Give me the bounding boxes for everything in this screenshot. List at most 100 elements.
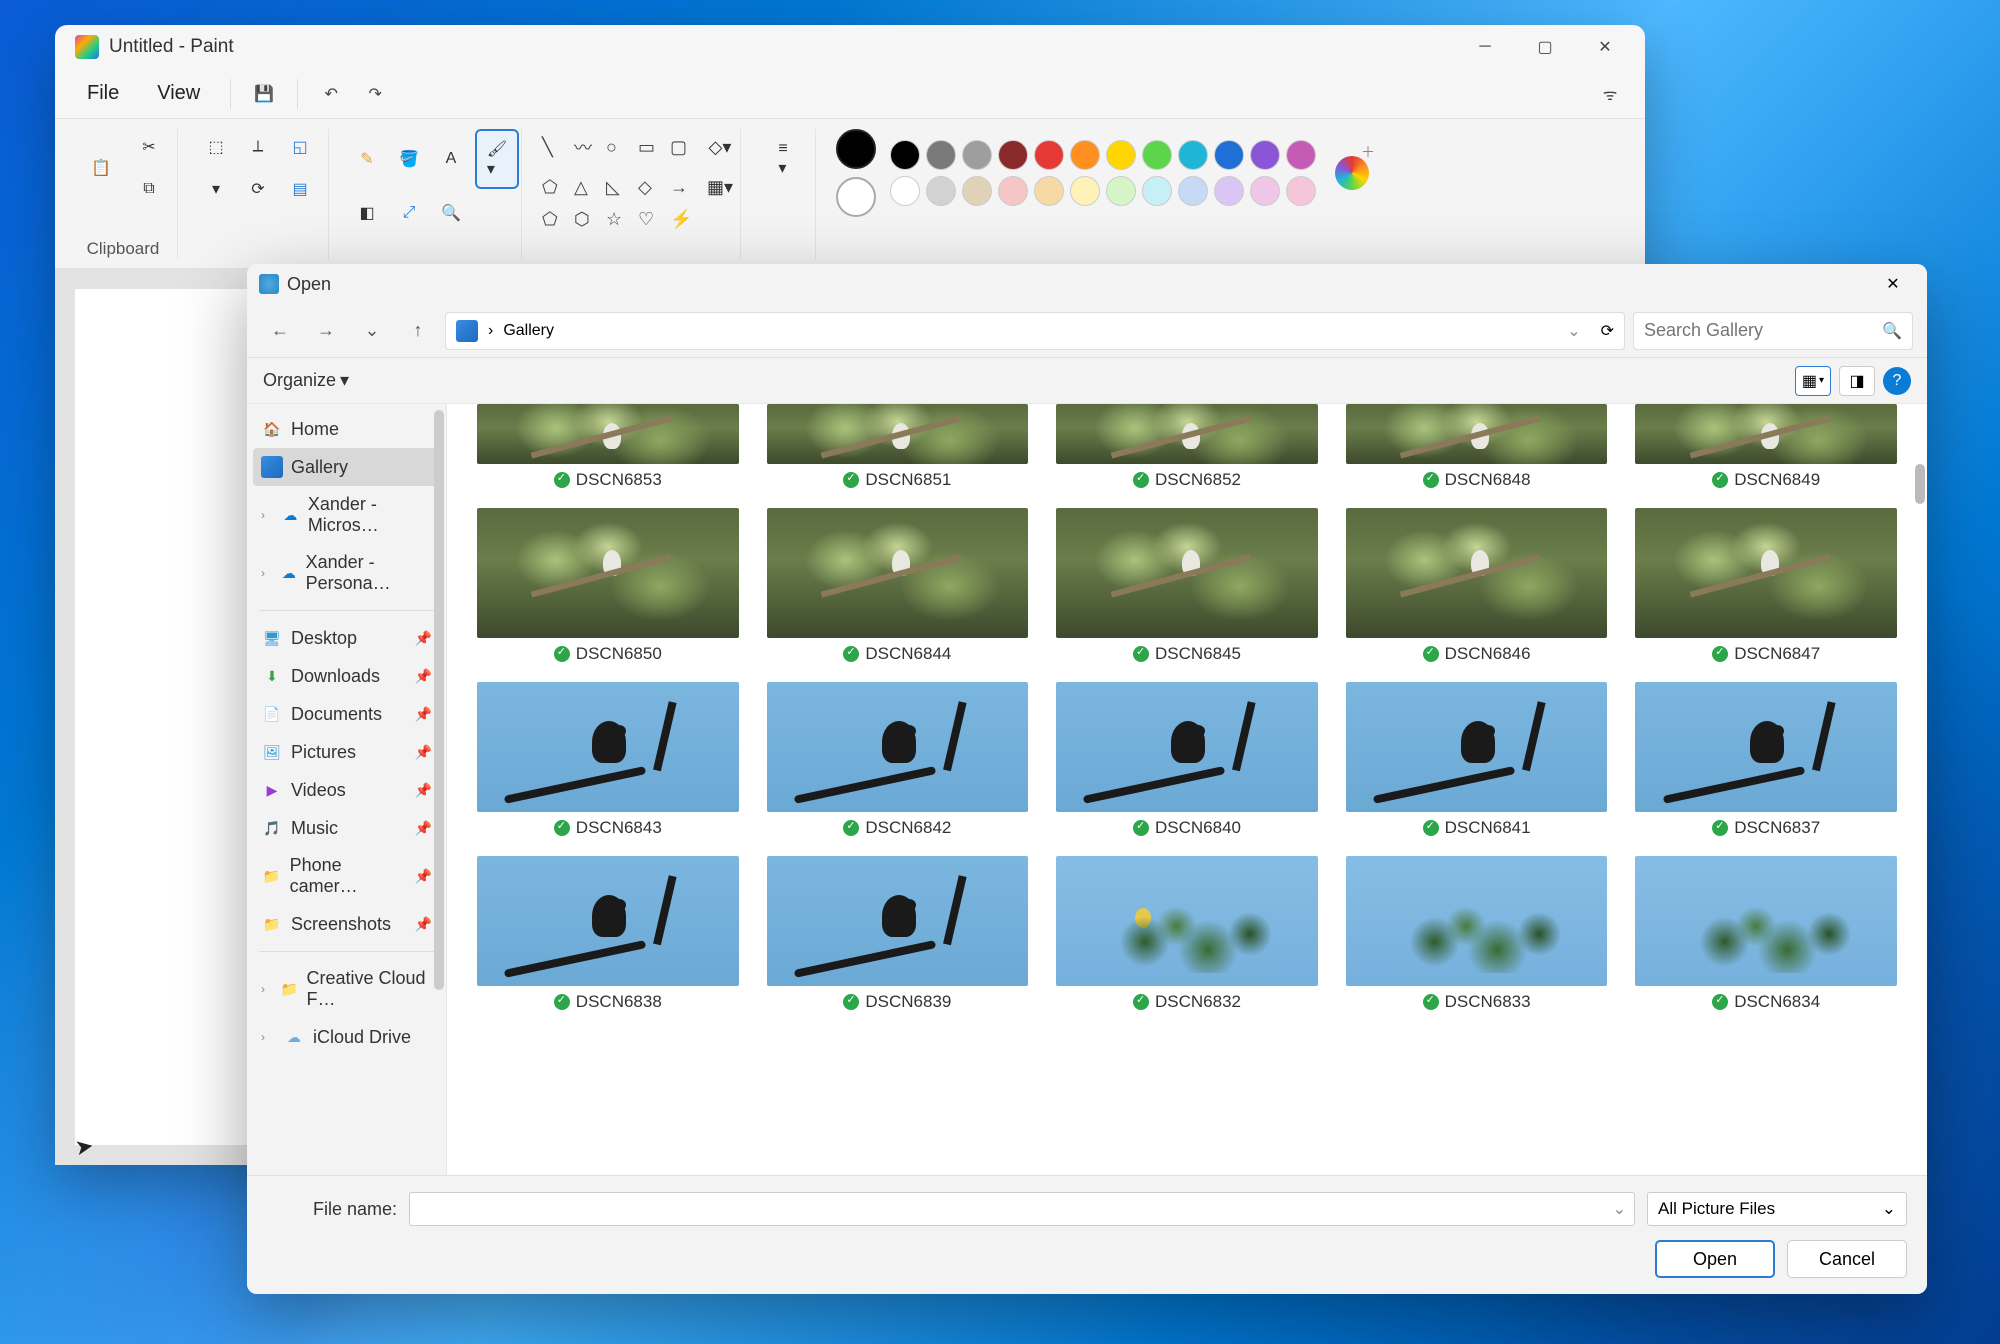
- color-swatch[interactable]: [1142, 176, 1172, 206]
- shape-hex-icon[interactable]: ⬡: [574, 209, 602, 230]
- color-swatch[interactable]: [890, 140, 920, 170]
- brush-button[interactable]: 🖌▾: [475, 129, 519, 189]
- minimize-button[interactable]: ─: [1455, 27, 1515, 67]
- shape-diamond-icon[interactable]: ◇: [638, 177, 666, 198]
- edit-colors-button[interactable]: ＋: [1330, 143, 1374, 203]
- file-thumbnail[interactable]: DSCN6840: [1056, 682, 1318, 838]
- flip-icon[interactable]: ▤: [282, 171, 318, 207]
- file-thumbnail[interactable]: DSCN6833: [1346, 856, 1608, 1012]
- crop-icon[interactable]: ⟂: [240, 129, 276, 165]
- stroke-width-button[interactable]: ≡▾: [761, 129, 805, 189]
- nav-recent-button[interactable]: ⌄: [353, 312, 391, 350]
- file-thumbnail[interactable]: DSCN6847: [1635, 508, 1897, 664]
- file-thumbnail[interactable]: DSCN6837: [1635, 682, 1897, 838]
- color-swatch[interactable]: [1034, 176, 1064, 206]
- close-button[interactable]: ✕: [1575, 27, 1635, 67]
- help-button[interactable]: ?: [1883, 367, 1911, 395]
- color-swatch[interactable]: [1034, 140, 1064, 170]
- color-swatch[interactable]: [1214, 140, 1244, 170]
- file-thumbnail[interactable]: DSCN6844: [767, 508, 1029, 664]
- resize-icon[interactable]: ◱: [282, 129, 318, 165]
- shape-rtri-icon[interactable]: ◺: [606, 177, 634, 198]
- dialog-close-button[interactable]: ✕: [1871, 269, 1915, 299]
- breadcrumb[interactable]: › Gallery ⌄ ⟳: [445, 312, 1625, 350]
- sidebar-item-music[interactable]: 🎵Music📌: [247, 809, 446, 847]
- color-swatch[interactable]: [926, 176, 956, 206]
- shape-rect-icon[interactable]: ▭: [638, 137, 666, 158]
- preview-pane-button[interactable]: ◨: [1839, 366, 1875, 396]
- picker-icon[interactable]: ⤢: [391, 195, 427, 231]
- sidebar-item-onedrive-2[interactable]: ›☁Xander - Persona…: [247, 544, 446, 602]
- pencil-icon[interactable]: ✎: [349, 141, 385, 177]
- nav-forward-button[interactable]: →: [307, 312, 345, 350]
- color2-swatch[interactable]: [836, 177, 876, 217]
- shape-rrect-icon[interactable]: ▢: [670, 137, 698, 158]
- color-swatch[interactable]: [1250, 176, 1280, 206]
- shape-heart-icon[interactable]: ♡: [638, 209, 666, 230]
- shape-line-icon[interactable]: ╲: [542, 137, 570, 158]
- color-swatch[interactable]: [1106, 140, 1136, 170]
- color-swatch[interactable]: [890, 176, 920, 206]
- sidebar-item-downloads[interactable]: ⬇Downloads📌: [247, 657, 446, 695]
- file-thumbnail[interactable]: DSCN6839: [767, 856, 1029, 1012]
- pin-icon[interactable]: 📌: [415, 744, 432, 761]
- maximize-button[interactable]: ▢: [1515, 27, 1575, 67]
- shape-bolt-icon[interactable]: ⚡: [670, 209, 698, 230]
- search-input[interactable]: [1644, 320, 1882, 341]
- pin-icon[interactable]: 📌: [415, 916, 432, 933]
- pin-icon[interactable]: 📌: [415, 782, 432, 799]
- shape-pent-icon[interactable]: ⬠: [542, 209, 570, 230]
- color-swatch[interactable]: [998, 140, 1028, 170]
- pin-icon[interactable]: 📌: [415, 868, 432, 885]
- pin-icon[interactable]: 📌: [415, 706, 432, 723]
- select-icon[interactable]: ⬚: [198, 129, 234, 165]
- text-icon[interactable]: A: [433, 141, 469, 177]
- filename-input[interactable]: ⌄: [409, 1192, 1635, 1226]
- view-thumbnails-button[interactable]: ▦ ▾: [1795, 366, 1831, 396]
- file-thumbnail[interactable]: DSCN6843: [477, 682, 739, 838]
- color-swatch[interactable]: [1142, 140, 1172, 170]
- copy-icon[interactable]: ⧉: [131, 171, 167, 207]
- file-thumbnail[interactable]: DSCN6848: [1346, 404, 1608, 490]
- paste-button[interactable]: 📋: [79, 138, 123, 198]
- file-thumbnail[interactable]: DSCN6841: [1346, 682, 1608, 838]
- nav-back-button[interactable]: ←: [261, 312, 299, 350]
- file-thumbnail[interactable]: DSCN6842: [767, 682, 1029, 838]
- file-thumbnail[interactable]: DSCN6845: [1056, 508, 1318, 664]
- shape-outline-dd[interactable]: ◇▾: [702, 129, 738, 165]
- fill-icon[interactable]: 🪣: [391, 141, 427, 177]
- sidebar-item-gallery[interactable]: Gallery: [253, 448, 440, 486]
- file-thumbnail[interactable]: DSCN6852: [1056, 404, 1318, 490]
- color-swatch[interactable]: [962, 140, 992, 170]
- refresh-icon[interactable]: ⟳: [1601, 321, 1614, 341]
- eraser-icon[interactable]: ◧: [349, 195, 385, 231]
- file-thumbnail[interactable]: DSCN6832: [1056, 856, 1318, 1012]
- color-swatch[interactable]: [998, 176, 1028, 206]
- shape-curve-icon[interactable]: 〰: [574, 134, 602, 160]
- search-icon[interactable]: 🔍: [1882, 321, 1902, 341]
- sidebar-scrollbar[interactable]: [434, 410, 444, 990]
- menu-file[interactable]: File: [73, 76, 133, 111]
- cut-icon[interactable]: ✂: [131, 129, 167, 165]
- color-swatch[interactable]: [1286, 140, 1316, 170]
- color1-swatch[interactable]: [836, 129, 876, 169]
- color-swatch[interactable]: [1286, 176, 1316, 206]
- file-thumbnail[interactable]: DSCN6846: [1346, 508, 1608, 664]
- pin-icon[interactable]: 📌: [415, 630, 432, 647]
- sidebar-item-documents[interactable]: 📄Documents📌: [247, 695, 446, 733]
- sidebar-item-icloud[interactable]: ›☁iCloud Drive: [247, 1018, 446, 1056]
- sidebar-item-screenshots[interactable]: 📁Screenshots📌: [247, 905, 446, 943]
- sidebar-item-pictures[interactable]: 🖼Pictures📌: [247, 733, 446, 771]
- pin-icon[interactable]: 📌: [415, 820, 432, 837]
- sidebar-item-home[interactable]: 🏠Home: [247, 410, 446, 448]
- search-box[interactable]: 🔍: [1633, 312, 1913, 350]
- grid-scrollbar[interactable]: [1915, 464, 1925, 504]
- color-swatch[interactable]: [1214, 176, 1244, 206]
- open-button[interactable]: Open: [1655, 1240, 1775, 1278]
- menu-view[interactable]: View: [143, 76, 214, 111]
- sidebar-item-desktop[interactable]: 🖥Desktop📌: [247, 619, 446, 657]
- color-swatch[interactable]: [1070, 176, 1100, 206]
- shape-tri-icon[interactable]: △: [574, 177, 602, 198]
- cancel-button[interactable]: Cancel: [1787, 1240, 1907, 1278]
- color-swatch[interactable]: [962, 176, 992, 206]
